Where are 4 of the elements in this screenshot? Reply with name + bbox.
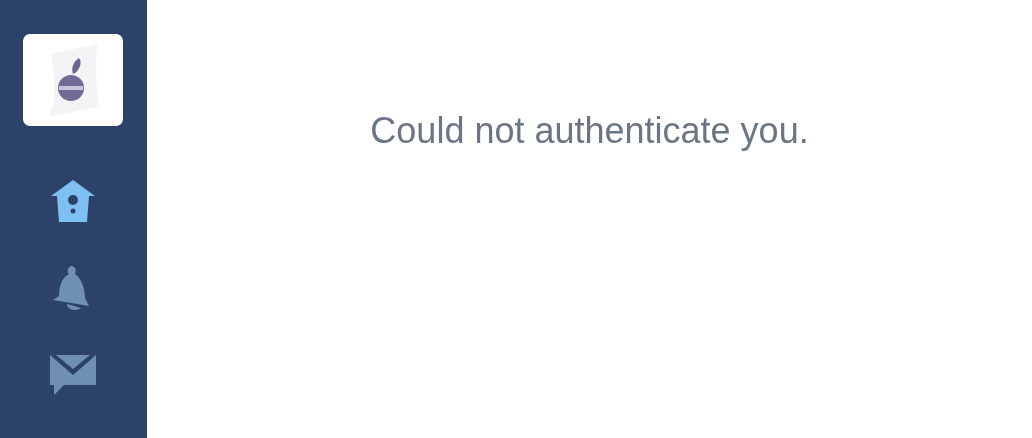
birdhouse-icon	[49, 178, 97, 223]
app-logo[interactable]	[23, 34, 123, 126]
mail-icon	[50, 355, 96, 396]
error-message: Could not authenticate you.	[370, 110, 809, 152]
